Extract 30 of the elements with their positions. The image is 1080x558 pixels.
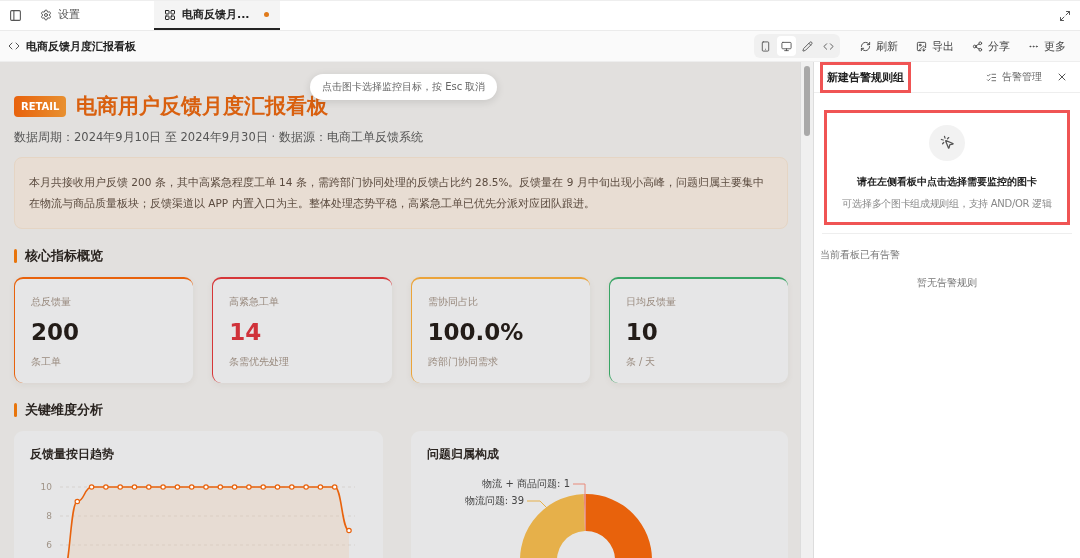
kpi-label: 需协同占比	[427, 295, 479, 309]
slice-label: 物流问题: 39	[464, 495, 524, 506]
kpi-note: 条 / 天	[625, 355, 657, 369]
empty-hint: 可选择多个图卡组成规则组，支持 AND/OR 逻辑	[842, 196, 1052, 211]
kpi-note: 条工单	[31, 355, 62, 369]
kpi-note: 条需优先处理	[229, 355, 291, 369]
kpi-value: 200	[31, 319, 80, 345]
existing-alerts-label: 当前看板已有告警	[820, 248, 901, 262]
data-period: 数据周期：2024年9月10日 至 2024年9月30日 · 数据源：电商工单反馈系统	[14, 130, 424, 145]
dashboard-name: 电商反馈月度汇报看板	[26, 38, 136, 54]
summary-text: 本月共接收用户反馈 200 条，其中高紧急程度工单 14 条，需跨部门协同处理的反馈占比约 28.5%。反馈量在 9 月中旬出现小高峰，问题归属主要集中在物流与商品质量板块；反馈渠道以 APP 内置入口为主。整体处理态势平稳，高紧急工单已优先分派对应团队跟进。	[14, 157, 788, 229]
chart-title: 反馈量按日趋势	[30, 447, 115, 462]
no-rules-text: 暂无告警规则	[917, 276, 977, 290]
axis-label: 6	[46, 540, 52, 550]
axis-label: 8	[46, 511, 52, 521]
category-badge: RETAIL	[14, 95, 67, 117]
empty-title: 请在左侧看板中点击选择需要监控的图卡	[857, 174, 1037, 189]
kpi-value: 100.0%	[427, 319, 525, 345]
kpi-note: 跨部门协同需求	[427, 355, 499, 369]
kpi-label: 高紧急工单	[229, 295, 281, 309]
kpi-label: 总反馈量	[31, 295, 72, 309]
slice-label: 物流 + 商品问题: 1	[482, 478, 570, 489]
kpi-label: 日均反馈量	[625, 295, 677, 309]
section-heading: 核心指标概览	[25, 247, 103, 265]
kpi-value: 14	[229, 319, 263, 345]
axis-label: 10	[40, 482, 52, 492]
section-heading: 关键维度分析	[25, 401, 103, 419]
panel-title: 新建告警规则组	[820, 61, 911, 93]
kpi-value: 10	[625, 319, 659, 345]
chart-title: 问题归属构成	[427, 447, 500, 462]
